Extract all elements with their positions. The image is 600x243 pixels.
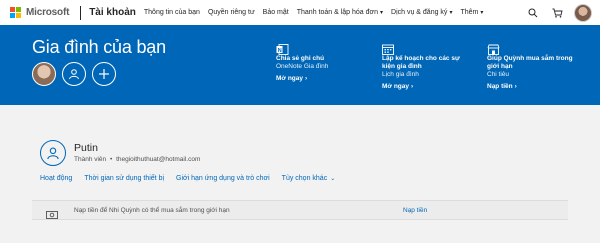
member-role: Thành viên xyxy=(74,156,107,163)
tab-activity[interactable]: Hoạt động xyxy=(40,175,72,182)
member-meta: Thành viên • thegioithuthuat@hotmail.com xyxy=(74,156,200,163)
onenote-icon: N xyxy=(276,42,289,55)
family-members-row xyxy=(32,62,122,86)
microsoft-logo[interactable]: Microsoft xyxy=(10,7,69,18)
top-navigation: Microsoft Tài khoản Thông tin của bạn Qu… xyxy=(0,0,600,25)
add-money-link[interactable]: Nạp tiền xyxy=(403,207,427,214)
open-calendar-link[interactable]: Mở ngay › xyxy=(382,83,492,90)
open-onenote-link[interactable]: Mở ngay › xyxy=(276,75,386,82)
spending-row: Nạp tiền để Nhi Quỳnh có thể mua sắm tro… xyxy=(32,200,568,220)
calendar-icon xyxy=(382,42,395,55)
microsoft-logo-icon xyxy=(10,7,21,18)
feature-onenote: N Chia sẻ ghi chú OneNote Gia đình Mở ng… xyxy=(276,42,386,82)
member-profile: Putin Thành viên • thegioithuthuat@hotma… xyxy=(32,135,568,166)
member-name: Putin xyxy=(74,142,98,154)
search-icon[interactable] xyxy=(526,6,540,20)
page-title: Gia đình của bạn xyxy=(32,37,166,57)
member-avatar-icon xyxy=(40,140,66,166)
tab-app-game-limits[interactable]: Giới hạn ứng dụng và trò chơi xyxy=(176,175,270,182)
brand-name: Microsoft xyxy=(26,7,70,18)
nav-more[interactable]: Thêm ▾ xyxy=(460,9,483,16)
tab-more-options[interactable]: Tùy chọn khác ⌄ xyxy=(282,175,336,182)
chevron-down-icon: ▾ xyxy=(380,10,384,16)
chevron-right-icon: › xyxy=(305,75,308,82)
account-section-link[interactable]: Tài khoản xyxy=(89,7,136,18)
meta-separator: • xyxy=(109,156,113,163)
chevron-right-icon: › xyxy=(411,83,414,90)
plus-icon xyxy=(99,69,109,79)
chevron-down-icon: ⌄ xyxy=(330,176,336,182)
family-banner: Gia đình của bạn N Chia sẻ ghi chú OneNo… xyxy=(0,25,600,105)
chevron-down-icon: ▾ xyxy=(449,10,453,16)
chevron-down-icon: ▾ xyxy=(480,10,484,16)
nav-your-info[interactable]: Thông tin của bạn xyxy=(144,9,200,16)
nav-security[interactable]: Bảo mật xyxy=(263,9,289,16)
feature-spending: Giúp Quỳnh mua sắm trong giới hạn Chi ti… xyxy=(487,42,587,90)
member-email: thegioithuthuat@hotmail.com xyxy=(116,156,201,163)
spending-row-text: Nạp tiền để Nhi Quỳnh có thể mua sắm tro… xyxy=(74,206,230,214)
nav-services-subscriptions[interactable]: Dịch vụ & đăng ký ▾ xyxy=(391,9,452,16)
family-member-avatar[interactable] xyxy=(32,62,56,86)
feature-calendar: Lập kế hoạch cho các sự kiện gia đình Lị… xyxy=(382,42,492,90)
person-icon xyxy=(69,69,79,80)
svg-text:N: N xyxy=(278,48,282,54)
add-money-banner-link[interactable]: Nạp tiền › xyxy=(487,83,587,90)
chevron-right-icon: › xyxy=(514,83,517,90)
cart-icon[interactable] xyxy=(550,6,564,20)
brand-divider xyxy=(80,5,82,20)
member-card: Putin Thành viên • thegioithuthuat@hotma… xyxy=(32,135,568,182)
add-family-member-button[interactable] xyxy=(92,62,116,86)
money-icon xyxy=(46,206,58,219)
nav-privacy[interactable]: Quyền riêng tư xyxy=(208,9,255,16)
family-member-placeholder[interactable] xyxy=(62,62,86,86)
user-avatar[interactable] xyxy=(574,3,592,22)
member-tabs: Hoạt động Thời gian sử dụng thiết bị Giớ… xyxy=(40,175,347,182)
nav-payment-billing[interactable]: Thanh toán & lập hóa đơn ▾ xyxy=(297,9,383,16)
tab-screen-time[interactable]: Thời gian sử dụng thiết bị xyxy=(84,175,164,182)
store-icon xyxy=(487,42,500,55)
